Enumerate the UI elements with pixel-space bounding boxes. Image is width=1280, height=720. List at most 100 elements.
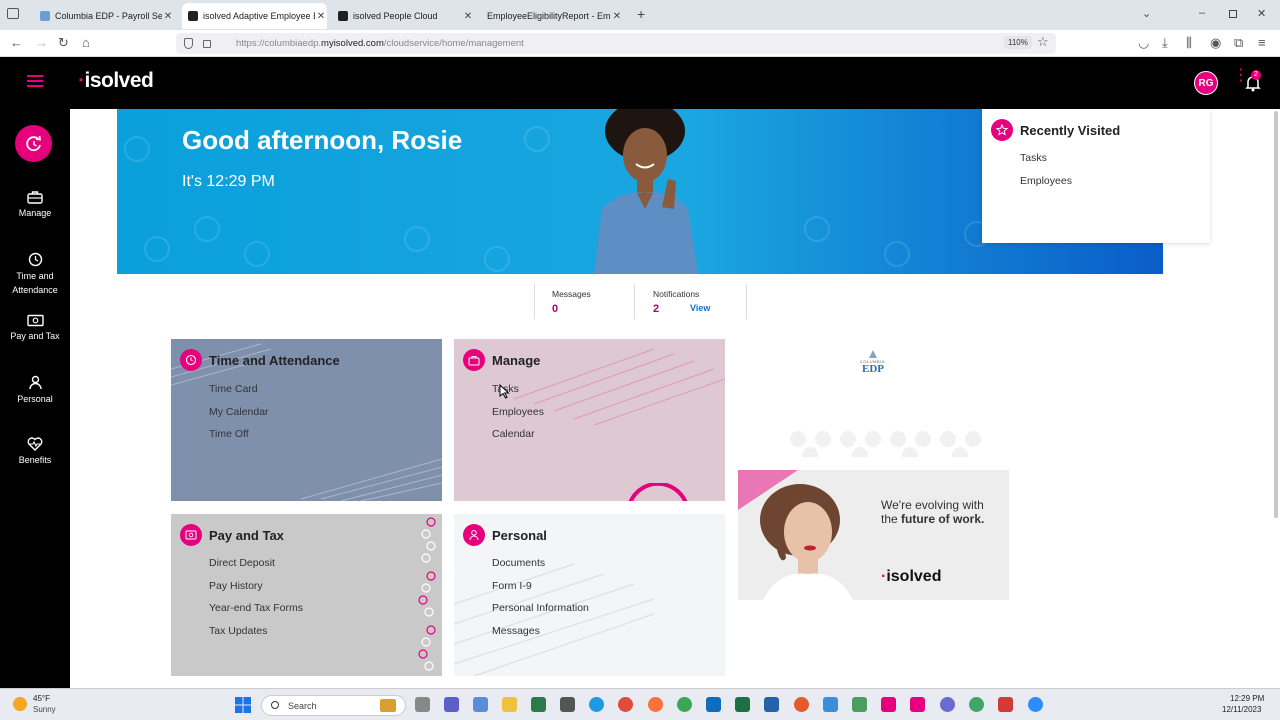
extensions-icon[interactable]: ⧉ bbox=[1234, 35, 1243, 51]
account-icon[interactable]: ◉ bbox=[1210, 35, 1221, 51]
link-tax-updates[interactable]: Tax Updates bbox=[209, 625, 267, 637]
link-employees[interactable]: Employees bbox=[492, 406, 544, 418]
browser-tab-isolved-adaptive[interactable]: isolved Adaptive Employee Exp ✕ bbox=[182, 3, 327, 29]
hamburger-menu-icon[interactable] bbox=[27, 74, 43, 88]
photos-icon[interactable] bbox=[473, 697, 488, 712]
promo-card[interactable]: We're evolving with the future of work. … bbox=[738, 470, 1009, 600]
zoom-app-icon[interactable] bbox=[1028, 697, 1043, 712]
weather-temperature[interactable]: 45°F bbox=[33, 694, 50, 703]
sidebar-item-time-and-attendance[interactable]: Time and Attendance bbox=[0, 252, 70, 297]
divider bbox=[534, 284, 535, 319]
promo-line1: We're evolving with bbox=[881, 498, 984, 512]
sidebar-item-pay-and-tax[interactable]: Pay and Tax bbox=[0, 314, 70, 343]
refresh-button[interactable] bbox=[15, 125, 52, 162]
recent-link-tasks[interactable]: Tasks bbox=[1020, 152, 1047, 164]
taskbar-date[interactable]: 12/11/2023 bbox=[1222, 705, 1261, 714]
menu-icon[interactable]: ≡ bbox=[1258, 35, 1266, 50]
app-green-icon[interactable] bbox=[677, 697, 692, 712]
file-explorer-icon[interactable] bbox=[502, 697, 517, 712]
library-icon[interactable]: ⫼ bbox=[1186, 35, 1192, 51]
link-personal-information[interactable]: Personal Information bbox=[492, 602, 589, 614]
new-tab-icon[interactable]: + bbox=[637, 6, 645, 22]
card-pay-and-tax: Pay and Tax Direct Deposit Pay History Y… bbox=[171, 514, 442, 676]
excel-icon[interactable] bbox=[735, 697, 750, 712]
link-direct-deposit[interactable]: Direct Deposit bbox=[209, 557, 275, 569]
recent-link-employees[interactable]: Employees bbox=[1020, 175, 1072, 187]
back-arrow-icon[interactable]: ← bbox=[10, 35, 23, 50]
link-year-end-tax-forms[interactable]: Year-end Tax Forms bbox=[209, 602, 303, 614]
clock-icon bbox=[28, 252, 42, 267]
address-bar[interactable]: https://columbiaedp. myisolved.com/clouds… bbox=[176, 33, 1056, 54]
link-documents[interactable]: Documents bbox=[492, 557, 545, 569]
firefox-icon[interactable] bbox=[648, 697, 663, 712]
tab-list-icon[interactable] bbox=[7, 8, 19, 19]
tab-close-icon[interactable]: ✕ bbox=[315, 11, 327, 22]
restore-icon[interactable] bbox=[1229, 10, 1237, 18]
avatar[interactable]: RG bbox=[1194, 71, 1218, 95]
browser-tab-columbia[interactable]: Columbia EDP - Payroll Services ✕ bbox=[34, 3, 174, 29]
pocket-icon[interactable]: ◡ bbox=[1138, 35, 1149, 51]
close-window-icon[interactable]: ✕ bbox=[1257, 7, 1266, 20]
bookmark-star-icon[interactable]: ☆ bbox=[1037, 34, 1049, 50]
card-personal: Personal Documents Form I-9 Personal Inf… bbox=[454, 514, 725, 676]
app-gear-icon[interactable] bbox=[940, 697, 955, 712]
page-scrollbar[interactable] bbox=[1274, 111, 1278, 518]
chevron-down-icon[interactable]: ⌄ bbox=[1142, 7, 1151, 20]
tab-close-icon[interactable]: ✕ bbox=[462, 11, 474, 22]
link-my-calendar[interactable]: My Calendar bbox=[209, 406, 269, 418]
browser-tab-eligibility-report[interactable]: EmployeeEligibilityReport - Employ ✕ bbox=[481, 3, 623, 29]
minimize-icon[interactable]: – bbox=[1199, 7, 1205, 19]
isolved-logo[interactable]: ·isolved bbox=[78, 69, 154, 93]
outlook-icon[interactable] bbox=[706, 697, 721, 712]
task-view-icon[interactable] bbox=[415, 697, 430, 712]
link-messages[interactable]: Messages bbox=[492, 625, 540, 637]
link-pay-history[interactable]: Pay History bbox=[209, 580, 263, 592]
home-icon[interactable]: ⌂ bbox=[82, 35, 90, 50]
edge-icon[interactable] bbox=[589, 697, 604, 712]
sidebar-item-manage[interactable]: Manage bbox=[0, 190, 70, 220]
tab-favicon-icon bbox=[188, 11, 198, 21]
download-icon[interactable]: ⤓ bbox=[1162, 35, 1168, 51]
app-pink-icon-2[interactable] bbox=[910, 697, 925, 712]
zoom-level[interactable]: 110% bbox=[1004, 36, 1032, 49]
card-time-and-attendance: Time and Attendance Time Card My Calenda… bbox=[171, 339, 442, 501]
sidebar-item-benefits[interactable]: Benefits bbox=[0, 437, 70, 467]
taskbar-time[interactable]: 12:29 PM bbox=[1230, 694, 1264, 703]
notifications-label: Notifications bbox=[653, 289, 700, 299]
app-red-icon[interactable] bbox=[998, 697, 1013, 712]
url-domain: myisolved.com bbox=[321, 38, 384, 49]
view-notifications-link[interactable]: View bbox=[690, 303, 710, 313]
shield-icon bbox=[184, 38, 193, 49]
tab-close-icon[interactable]: ✕ bbox=[611, 11, 623, 22]
notifications-count[interactable]: 2 bbox=[653, 303, 659, 315]
notepad-icon[interactable] bbox=[823, 697, 838, 712]
money-icon bbox=[180, 524, 202, 546]
browser-tab-people-cloud[interactable]: isolved People Cloud ✕ bbox=[332, 3, 474, 29]
forward-arrow-icon[interactable]: → bbox=[35, 35, 48, 50]
link-form-i9[interactable]: Form I-9 bbox=[492, 580, 532, 592]
windows-taskbar: 45°F Sunny Search 12:29 PM 12/11/2023 bbox=[0, 688, 1280, 720]
link-time-off[interactable]: Time Off bbox=[209, 428, 249, 440]
app-r-icon[interactable] bbox=[531, 697, 546, 712]
greeting-text: Good afternoon, Rosie bbox=[182, 125, 463, 155]
chrome-icon[interactable] bbox=[618, 697, 633, 712]
teams-icon[interactable] bbox=[444, 697, 459, 712]
messages-count[interactable]: 0 bbox=[552, 303, 558, 315]
app-orange-icon[interactable] bbox=[794, 697, 809, 712]
app-blue-check-icon[interactable] bbox=[764, 697, 779, 712]
windows-start-icon[interactable] bbox=[235, 697, 251, 713]
link-time-card[interactable]: Time Card bbox=[209, 383, 258, 395]
star-icon bbox=[991, 119, 1013, 141]
app-network-icon[interactable] bbox=[852, 697, 867, 712]
tab-close-icon[interactable]: ✕ bbox=[162, 11, 174, 22]
app-pink-icon[interactable] bbox=[881, 697, 896, 712]
sidebar-item-personal[interactable]: Personal bbox=[0, 375, 70, 406]
sidebar-item-label: Manage bbox=[18, 208, 52, 218]
sidebar-item-label: Personal bbox=[17, 394, 53, 404]
link-calendar[interactable]: Calendar bbox=[492, 428, 535, 440]
calculator-icon[interactable] bbox=[560, 697, 575, 712]
tab-title: isolved Adaptive Employee Exp bbox=[203, 11, 315, 21]
reload-icon[interactable]: ↻ bbox=[58, 35, 69, 51]
app-globe-icon[interactable] bbox=[969, 697, 984, 712]
taskbar-search-input[interactable]: Search bbox=[261, 695, 406, 716]
